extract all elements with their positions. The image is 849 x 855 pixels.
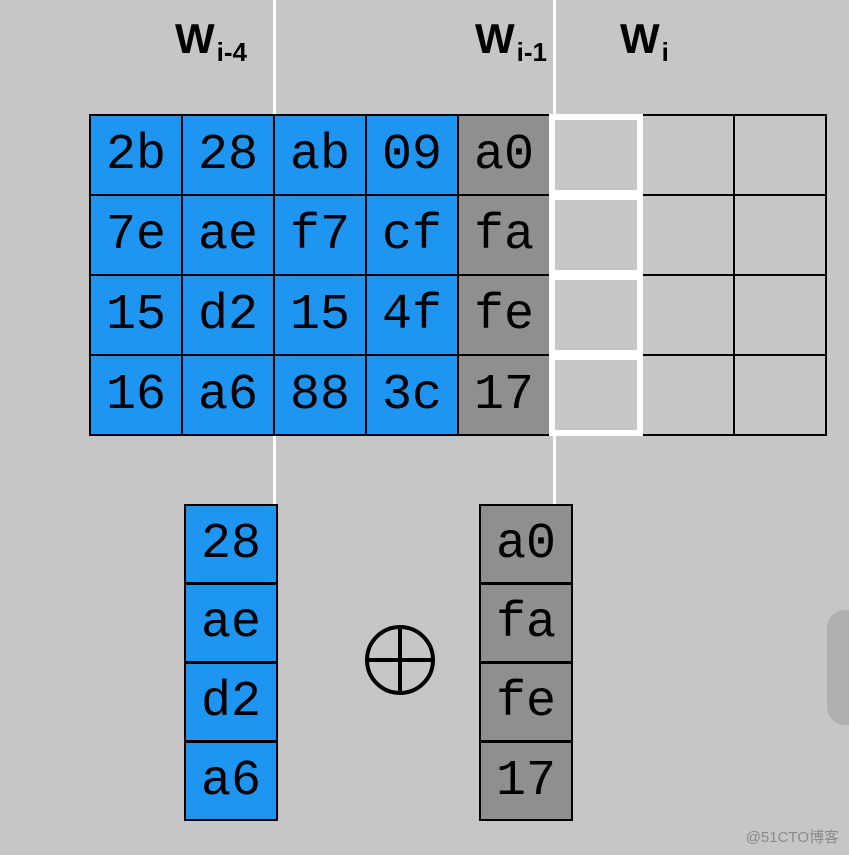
label-wi-main: W [620,15,660,63]
empty-cell [641,354,735,436]
operand-cell: fe [479,662,573,742]
label-wi1-sub: i-1 [517,37,547,68]
label-wi-sub: i [662,37,669,68]
operand-cell: a6 [184,741,278,821]
target-cell [549,114,643,196]
label-wi1-main: W [475,15,515,63]
right-operand-column: a0 fa fe 17 [480,505,572,820]
key-cell: 2b [89,114,183,196]
left-operand-column: 28 ae d2 a6 [185,505,277,820]
key-cell: 28 [181,114,275,196]
key-cell: fa [457,194,551,276]
target-cell [549,354,643,436]
key-cell: 09 [365,114,459,196]
key-cell: 88 [273,354,367,436]
key-cell: a0 [457,114,551,196]
empty-cell [733,114,827,196]
key-cell: fe [457,274,551,356]
empty-cell [733,354,827,436]
key-cell: 7e [89,194,183,276]
key-cell: a6 [181,354,275,436]
key-cell: ab [273,114,367,196]
key-cell: 16 [89,354,183,436]
empty-cell [641,194,735,276]
operand-cell: 17 [479,741,573,821]
key-cell: 3c [365,354,459,436]
side-handle [827,610,849,725]
empty-cell [641,274,735,356]
key-cell: d2 [181,274,275,356]
empty-cell [733,274,827,356]
key-cell: 15 [89,274,183,356]
key-cell: 4f [365,274,459,356]
watermark-text: @51CTO博客 [746,826,839,847]
key-cell: f7 [273,194,367,276]
operand-cell: 28 [184,504,278,584]
empty-cell [733,194,827,276]
key-schedule-grid: 2b 28 ab 09 a0 7e ae f7 cf fa 15 d2 15 4… [90,115,826,435]
key-cell: 17 [457,354,551,436]
xor-icon [365,625,435,695]
target-cell [549,194,643,276]
operand-cell: fa [479,583,573,663]
label-wi4-sub: i-4 [217,37,247,68]
key-cell: ae [181,194,275,276]
operand-cell: a0 [479,504,573,584]
operand-cell: ae [184,583,278,663]
key-cell: 15 [273,274,367,356]
label-wi4-main: W [175,15,215,63]
key-cell: cf [365,194,459,276]
target-cell [549,274,643,356]
operand-cell: d2 [184,662,278,742]
empty-cell [641,114,735,196]
